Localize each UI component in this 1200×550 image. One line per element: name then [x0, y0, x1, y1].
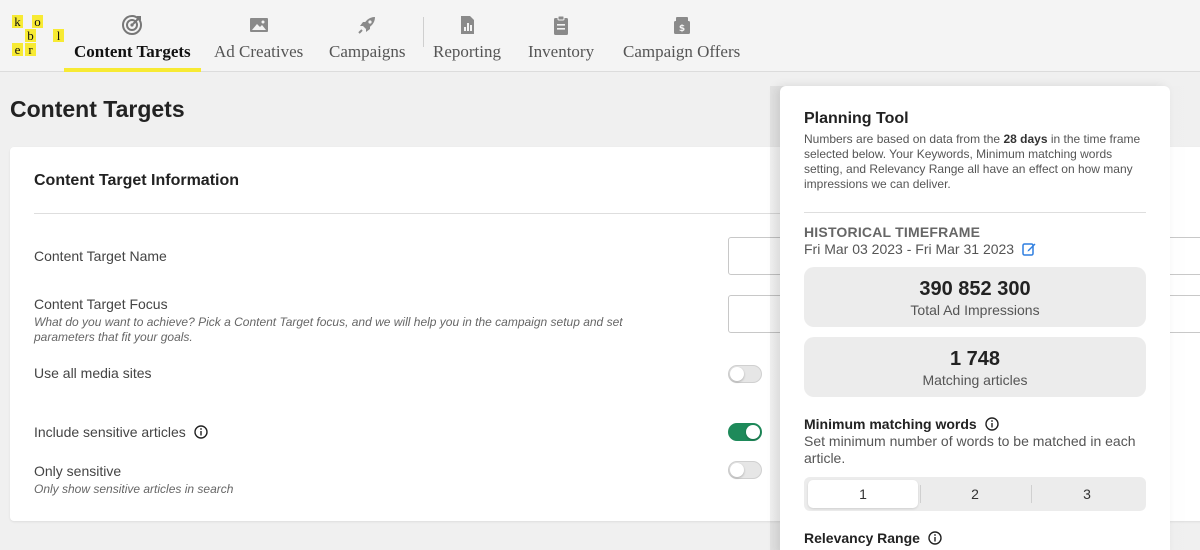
clipboard-icon — [554, 15, 569, 35]
nav-content-targets[interactable]: Content Targets — [64, 14, 201, 72]
nav-label: Inventory — [528, 42, 595, 61]
nav-label: Ad Creatives — [214, 42, 304, 61]
timeframe-row: Fri Mar 03 2023 - Fri Mar 31 2023 — [804, 241, 1036, 257]
nav-label: Reporting — [433, 42, 501, 61]
info-icon[interactable] — [193, 425, 208, 439]
nav-campaigns[interactable]: Campaigns — [329, 14, 406, 72]
min-words-heading: Minimum matching words — [804, 416, 999, 432]
sensitive-toggle[interactable] — [728, 423, 762, 441]
name-label: Content Target Name — [34, 248, 167, 264]
nav-label: Campaigns — [329, 42, 406, 61]
media-label: Use all media sites — [34, 365, 152, 381]
min-words-desc: Set minimum number of words to be matche… — [804, 433, 1136, 466]
relevancy-heading: Relevancy Range — [804, 530, 942, 546]
min-words-option-3[interactable]: 3 — [1032, 480, 1142, 508]
card-title: Content Target Information — [34, 172, 240, 189]
info-icon[interactable] — [928, 531, 942, 545]
articles-label: Matching articles — [922, 372, 1028, 388]
desc-text: Numbers are based on data from the — [804, 132, 1004, 146]
min-words-selector: 1 2 3 — [804, 477, 1146, 511]
top-nav: k o b l e r Content Targets Ad Creatives… — [0, 0, 1200, 72]
logo-letter: r — [25, 43, 36, 56]
info-icon[interactable] — [984, 417, 999, 431]
planning-tool-panel: Planning Tool Numbers are based on data … — [780, 86, 1170, 550]
min-words-option-1[interactable]: 1 — [808, 480, 918, 508]
articles-value: 1 748 — [949, 348, 1001, 370]
impressions-value: 390 852 300 — [919, 278, 1031, 300]
only-sensitive-help: Only show sensitive articles in search — [34, 482, 234, 496]
toggle-knob — [730, 463, 744, 477]
logo-letter: k — [12, 15, 23, 28]
sensitive-label: Include sensitive articles — [34, 424, 186, 440]
only-sensitive-toggle[interactable] — [728, 461, 762, 479]
image-icon — [249, 18, 268, 32]
page-title: Content Targets — [10, 96, 185, 122]
min-words-option-2[interactable]: 2 — [920, 480, 1030, 508]
logo-letter: l — [53, 29, 64, 42]
logo-letter: b — [25, 29, 36, 42]
svg-text:$: $ — [678, 24, 684, 34]
edit-icon[interactable] — [1022, 242, 1036, 256]
nav-inventory[interactable]: Inventory — [528, 14, 594, 72]
sensitive-row: Include sensitive articles — [34, 424, 208, 440]
logo-letter: e — [12, 43, 23, 56]
nav-reporting[interactable]: Reporting — [433, 14, 501, 72]
rocket-icon — [358, 17, 376, 34]
nav-ad-creatives[interactable]: Ad Creatives — [214, 14, 303, 72]
desc-bold: 28 days — [1003, 132, 1048, 146]
impressions-stat: 390 852 300 Total Ad Impressions — [804, 267, 1146, 327]
kobler-logo[interactable]: k o b l e r — [12, 15, 64, 57]
timeframe-range: Fri Mar 03 2023 - Fri Mar 31 2023 — [804, 241, 1015, 257]
only-sensitive-label: Only sensitive — [34, 463, 122, 479]
logo-letter: o — [32, 15, 43, 28]
panel-description: Numbers are based on data from the 28 da… — [804, 132, 1149, 192]
target-icon — [122, 15, 143, 35]
articles-stat: 1 748 Matching articles — [804, 337, 1146, 397]
dollar-box-icon: $ — [673, 17, 690, 34]
media-toggle[interactable] — [728, 365, 762, 383]
nav-divider — [423, 17, 424, 47]
relevancy-title: Relevancy Range — [804, 530, 920, 546]
timeframe-heading: HISTORICAL TIMEFRAME — [804, 224, 981, 240]
nav-campaign-offers[interactable]: $ Campaign Offers — [623, 14, 740, 72]
focus-help: What do you want to achieve? Pick a Cont… — [34, 315, 623, 344]
impressions-label: Total Ad Impressions — [910, 302, 1040, 318]
toggle-knob — [730, 367, 744, 381]
toggle-knob — [746, 425, 760, 439]
panel-title: Planning Tool — [804, 110, 909, 127]
focus-label: Content Target Focus — [34, 296, 168, 312]
min-words-title: Minimum matching words — [804, 416, 977, 432]
divider — [34, 213, 794, 214]
nav-label: Content Targets — [74, 42, 191, 61]
nav-label: Campaign Offers — [623, 42, 741, 61]
divider — [804, 212, 1146, 213]
report-icon — [461, 16, 474, 34]
